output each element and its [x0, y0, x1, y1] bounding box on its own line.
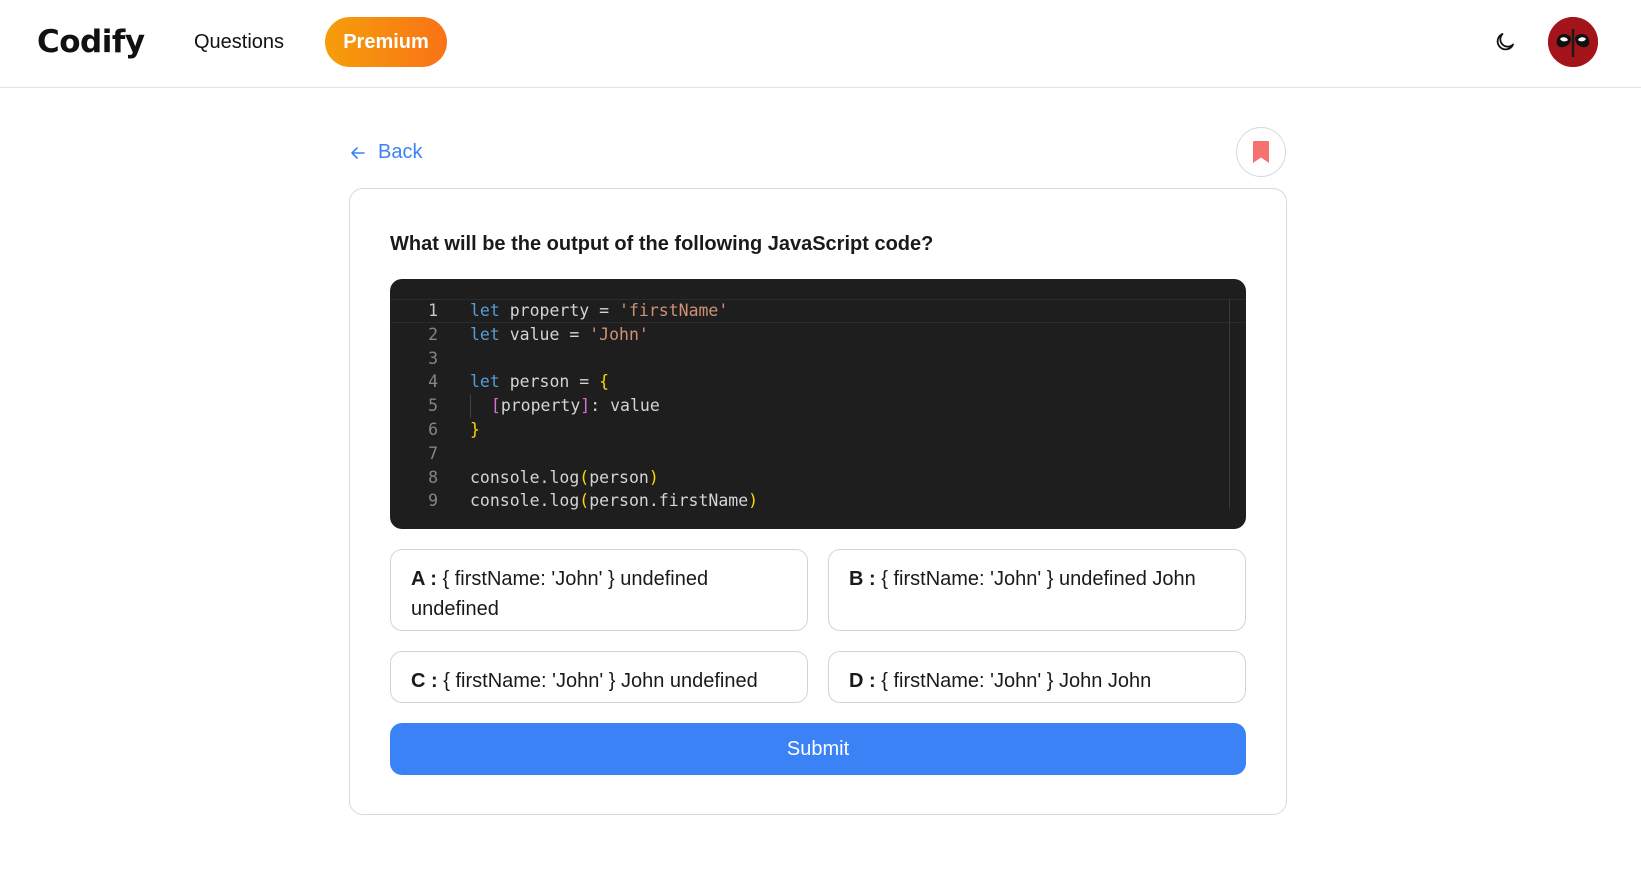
bookmark-icon: [1253, 141, 1269, 163]
code-line-content: console.log(person): [470, 467, 659, 487]
line-number: 3: [428, 348, 438, 368]
line-number: 1: [428, 301, 438, 320]
code-line: 3: [390, 347, 1246, 371]
line-number: 5: [428, 396, 438, 416]
user-avatar[interactable]: [1548, 17, 1598, 67]
code-line-content: [property]: value: [438, 394, 660, 418]
back-link[interactable]: Back: [350, 141, 422, 164]
code-line: 2 let value = 'John': [390, 323, 1246, 347]
code-line: 5 [property]: value: [390, 394, 1246, 418]
code-line-content: console.log(person.firstName): [470, 491, 759, 511]
line-number: 8: [428, 467, 438, 487]
code-line: 9 console.log(person.firstName): [390, 489, 1246, 513]
option-text: { firstName: 'John' } undefined John: [881, 568, 1196, 590]
option-letter: A :: [411, 568, 437, 590]
code-line: 8 console.log(person): [390, 466, 1246, 490]
question-text: What will be the output of the following…: [390, 233, 934, 255]
avatar-mask-icon: [1548, 17, 1598, 67]
code-line-content: let person = {: [470, 372, 610, 392]
option-c[interactable]: C : { firstName: 'John' } John undefined: [390, 651, 808, 703]
code-line-content: }: [470, 419, 480, 439]
bookmark-button[interactable]: [1236, 127, 1286, 177]
code-line-content: let value = 'John': [470, 324, 649, 344]
top-navbar: Codify Questions Premium: [0, 0, 1641, 88]
line-number: 9: [428, 491, 438, 511]
submit-button[interactable]: Submit: [390, 723, 1246, 775]
code-line: 4 let person = {: [390, 370, 1246, 394]
code-lines: 1 let property = 'firstName' 2 let value…: [390, 299, 1246, 513]
option-a[interactable]: A : { firstName: 'John' } undefined unde…: [390, 549, 808, 631]
premium-button[interactable]: Premium: [325, 17, 447, 67]
code-line-content: let property = 'firstName': [470, 301, 729, 320]
option-d[interactable]: D : { firstName: 'John' } John John: [828, 651, 1246, 703]
code-line-content: [438, 347, 470, 371]
code-editor[interactable]: 1 let property = 'firstName' 2 let value…: [390, 279, 1246, 529]
line-number: 7: [428, 443, 438, 463]
code-line: 7: [390, 442, 1246, 466]
code-line-content: [438, 442, 470, 466]
app-logo[interactable]: Codify: [37, 24, 145, 60]
theme-toggle-button[interactable]: [1490, 27, 1520, 57]
line-number: 6: [428, 419, 438, 439]
moon-icon: [1496, 33, 1514, 51]
back-label: Back: [378, 141, 423, 163]
code-line: 6 }: [390, 418, 1246, 442]
nav-link-questions[interactable]: Questions: [194, 31, 284, 54]
option-letter: B :: [849, 568, 876, 590]
question-card: What will be the output of the following…: [349, 188, 1287, 815]
option-letter: D :: [849, 670, 876, 692]
option-text: { firstName: 'John' } John undefined: [443, 670, 758, 692]
line-number: 4: [428, 372, 438, 392]
option-letter: C :: [411, 670, 438, 692]
option-b[interactable]: B : { firstName: 'John' } undefined John: [828, 549, 1246, 631]
code-line: 1 let property = 'firstName': [390, 299, 1246, 323]
line-number: 2: [428, 324, 438, 344]
option-text: { firstName: 'John' } John John: [881, 670, 1152, 692]
arrow-left-icon: [351, 146, 365, 159]
option-text: { firstName: 'John' } undefined undefine…: [411, 568, 709, 620]
